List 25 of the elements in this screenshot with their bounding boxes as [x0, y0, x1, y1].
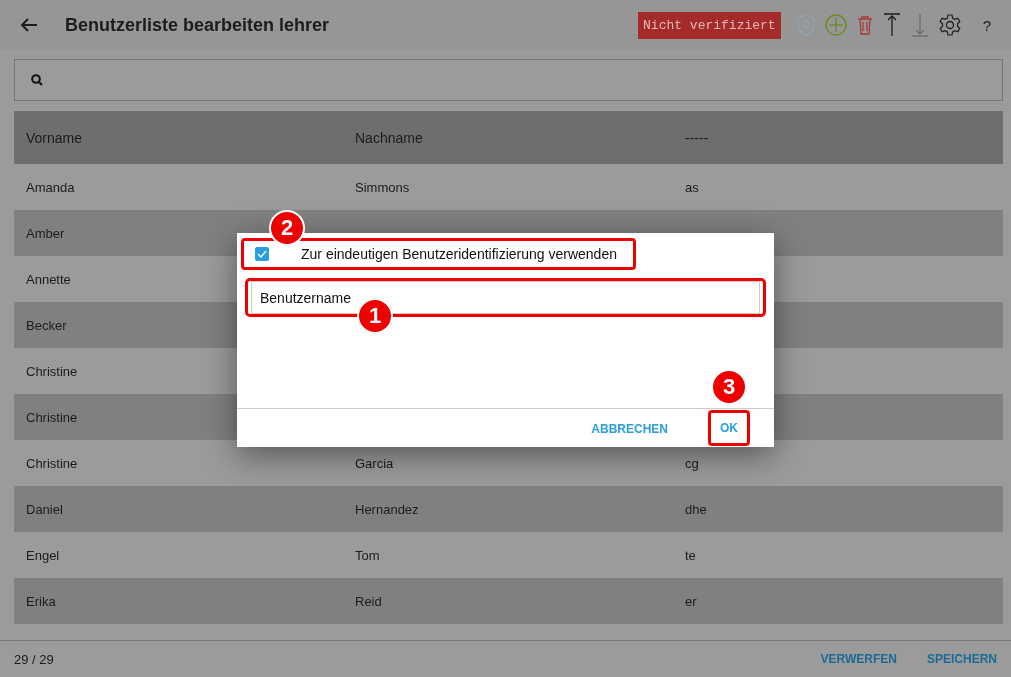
table-cell: Amanda: [26, 179, 75, 195]
checkbox-label: Zur eindeutigen Benutzeridentifizierung verwenden: [301, 246, 617, 262]
table-cell: Simmons: [355, 179, 410, 195]
table-cell: Amber: [26, 225, 65, 241]
table-cell: dhe: [685, 501, 707, 517]
table-cell: Garcia: [355, 455, 394, 471]
row-count: 29 / 29: [14, 651, 54, 667]
table-cell: Tom: [355, 547, 380, 563]
table-cell: er: [685, 593, 697, 609]
callout-badge: 2: [269, 210, 305, 246]
table-cell: Engel: [26, 547, 60, 563]
table-cell: Becker: [26, 317, 67, 333]
table-cell: Daniel: [26, 501, 63, 517]
callout-badge: 3: [711, 369, 747, 405]
table-cell: Reid: [355, 593, 382, 609]
table-cell: Christine: [26, 455, 78, 471]
table-cell: Christine: [26, 409, 78, 425]
table-cell: as: [685, 179, 699, 195]
callout-badge: 1: [357, 298, 393, 334]
table-cell: Hernandez: [355, 501, 419, 517]
table-cell: te: [685, 547, 696, 563]
table-cell: cg: [685, 455, 699, 471]
status-badge: Nicht verifiziert: [638, 11, 781, 39]
page-title: Benutzerliste bearbeiten lehrer: [65, 14, 330, 36]
table-cell: Erika: [26, 593, 56, 609]
